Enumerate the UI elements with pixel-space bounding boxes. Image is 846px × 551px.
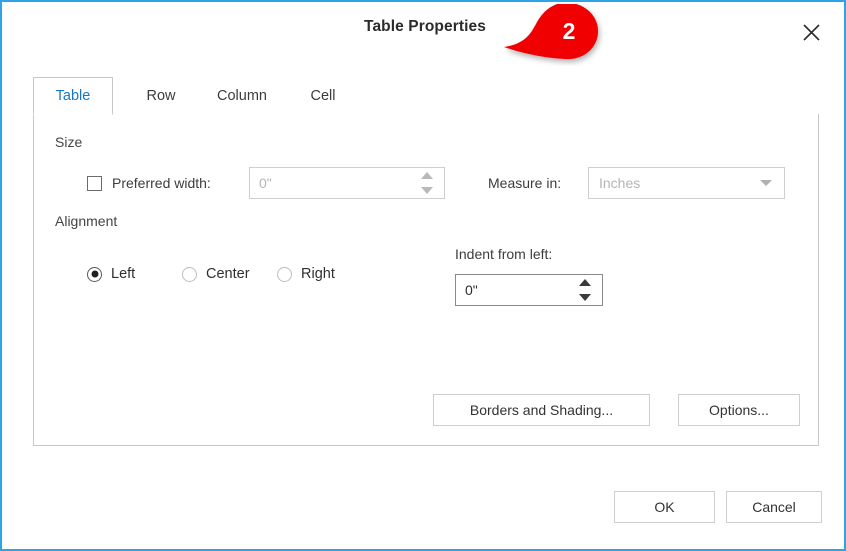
measure-in-select[interactable]: Inches bbox=[588, 167, 785, 199]
size-group-label: Size bbox=[55, 134, 83, 150]
borders-and-shading-button[interactable]: Borders and Shading... bbox=[433, 394, 650, 426]
dialog-title-bar: Table Properties bbox=[4, 4, 844, 60]
alignment-radio-label: Left bbox=[111, 266, 136, 282]
tab-row[interactable]: Row bbox=[131, 77, 191, 115]
button-label: Cancel bbox=[752, 499, 796, 515]
radio-icon bbox=[87, 266, 102, 282]
tab-strip: Table Row Column Cell bbox=[33, 77, 819, 115]
spinner-arrows-icon[interactable] bbox=[579, 279, 593, 301]
close-icon bbox=[802, 23, 821, 42]
preferred-width-stepper[interactable]: 0" bbox=[249, 167, 445, 199]
tab-panel-table: Size Preferred width: 0" Measure in: Inc… bbox=[33, 114, 819, 446]
tab-label: Column bbox=[217, 88, 267, 104]
measure-in-label: Measure in: bbox=[488, 175, 562, 191]
tab-label: Table bbox=[55, 88, 91, 104]
tab-column[interactable]: Column bbox=[196, 77, 288, 115]
tab-label: Row bbox=[146, 88, 176, 104]
cancel-button[interactable]: Cancel bbox=[726, 491, 822, 523]
spinner-down-icon[interactable] bbox=[579, 294, 591, 301]
alignment-group-label: Alignment bbox=[55, 213, 118, 229]
alignment-radio-left[interactable]: Left bbox=[87, 266, 135, 282]
preferred-width-value: 0" bbox=[259, 175, 272, 191]
preferred-width-label: Preferred width: bbox=[112, 175, 211, 191]
tab-label: Cell bbox=[310, 88, 336, 104]
close-button[interactable] bbox=[790, 12, 832, 52]
tab-table[interactable]: Table bbox=[33, 77, 113, 115]
alignment-radio-right[interactable]: Right bbox=[277, 266, 335, 282]
indent-from-left-value: 0" bbox=[465, 282, 478, 298]
page-title: Table Properties bbox=[364, 18, 486, 35]
measure-in-value: Inches bbox=[599, 175, 641, 191]
alignment-radio-label: Center bbox=[206, 266, 250, 282]
table-properties-dialog: Table Properties Table Row Column Cell S… bbox=[0, 0, 846, 551]
button-label: Borders and Shading... bbox=[469, 402, 614, 418]
ok-button[interactable]: OK bbox=[614, 491, 715, 523]
radio-icon bbox=[182, 266, 197, 282]
radio-icon bbox=[277, 266, 292, 282]
button-label: OK bbox=[654, 499, 675, 515]
spinner-arrows-icon[interactable] bbox=[421, 172, 435, 194]
tab-cell[interactable]: Cell bbox=[292, 77, 354, 115]
alignment-radio-center[interactable]: Center bbox=[182, 266, 250, 282]
options-button[interactable]: Options... bbox=[678, 394, 800, 426]
alignment-radio-label: Right bbox=[301, 266, 335, 282]
spinner-down-icon[interactable] bbox=[421, 187, 433, 194]
chevron-down-icon[interactable] bbox=[760, 180, 772, 186]
indent-from-left-label: Indent from left: bbox=[455, 246, 553, 262]
spinner-up-icon[interactable] bbox=[421, 172, 433, 179]
spinner-up-icon[interactable] bbox=[579, 279, 591, 286]
indent-from-left-stepper[interactable]: 0" bbox=[455, 274, 603, 306]
button-label: Options... bbox=[709, 402, 769, 418]
preferred-width-checkbox[interactable] bbox=[87, 176, 102, 191]
